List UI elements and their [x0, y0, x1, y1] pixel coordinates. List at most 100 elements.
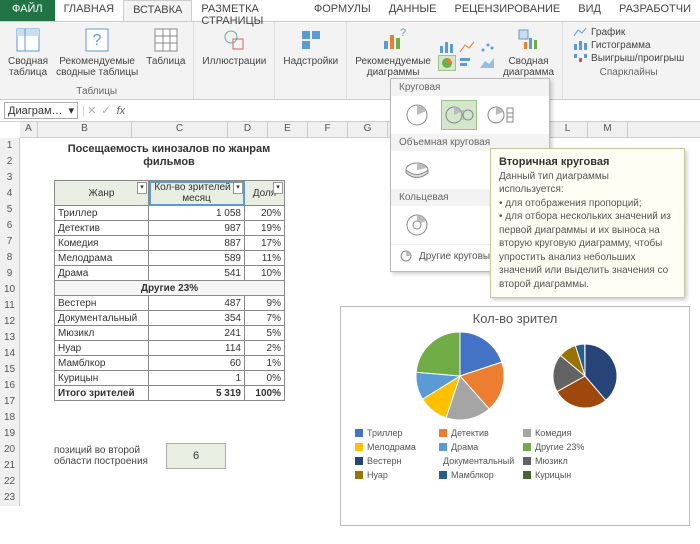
cell[interactable]: 114 [149, 341, 245, 356]
row-14[interactable]: 14 [0, 346, 19, 362]
chart-gallery-row1[interactable] [439, 40, 495, 54]
row-8[interactable]: 8 [0, 250, 19, 266]
tab-разметка страницы[interactable]: РАЗМЕТКА СТРАНИЦЫ [192, 0, 304, 21]
cancel-icon[interactable]: ✕ [85, 104, 99, 117]
addins-button[interactable]: Надстройки [279, 24, 342, 96]
data-table[interactable]: Жанр▾Кол-во зрителей в месяц▾Доля▾Трилле… [54, 180, 285, 401]
tab-главная[interactable]: ГЛАВНАЯ [55, 0, 123, 21]
row-17[interactable]: 17 [0, 394, 19, 410]
cell[interactable]: 1 [149, 371, 245, 386]
col-E[interactable]: E [268, 122, 308, 137]
pie-3d-option[interactable] [399, 155, 435, 185]
illustrations-button[interactable]: Иллюстрации [198, 24, 270, 96]
doughnut-option[interactable] [399, 210, 435, 240]
table-button[interactable]: Таблица [142, 24, 189, 85]
cell[interactable]: 5% [245, 326, 285, 341]
col-G[interactable]: G [348, 122, 388, 137]
row-20[interactable]: 20 [0, 442, 19, 458]
row-23[interactable]: 23 [0, 490, 19, 506]
sparkline-line[interactable]: График [573, 26, 684, 38]
cell[interactable]: Мамблкор [55, 356, 149, 371]
pivot-chart-button[interactable]: Сводная диаграмма [499, 24, 558, 85]
cell[interactable]: 0% [245, 371, 285, 386]
row-5[interactable]: 5 [0, 202, 19, 218]
cell[interactable]: 17% [245, 236, 285, 251]
cell[interactable]: Драма [55, 266, 149, 281]
row-9[interactable]: 9 [0, 266, 19, 282]
cell[interactable]: 19% [245, 221, 285, 236]
filter-arrow[interactable]: ▾ [137, 182, 147, 194]
col-header[interactable]: Кол-во зрителей в месяц▾ [149, 181, 245, 206]
cell[interactable]: 541 [149, 266, 245, 281]
chart-object[interactable]: Кол-во зрител ТриллерДетективКомедияМело… [340, 306, 690, 526]
recommended-charts-button[interactable]: ? Рекомендуемые диаграммы [351, 24, 435, 85]
cell[interactable]: 7% [245, 311, 285, 326]
col-F[interactable]: F [308, 122, 348, 137]
row-12[interactable]: 12 [0, 314, 19, 330]
file-tab[interactable]: ФАЙЛ [0, 0, 55, 21]
cell[interactable]: Мелодрама [55, 251, 149, 266]
cell[interactable]: 9% [245, 296, 285, 311]
tab-данные[interactable]: ДАННЫЕ [380, 0, 446, 21]
row-3[interactable]: 3 [0, 170, 19, 186]
tab-вставка[interactable]: ВСТАВКА [123, 0, 192, 21]
fx-button[interactable]: fx [113, 105, 129, 117]
row-15[interactable]: 15 [0, 362, 19, 378]
row-11[interactable]: 11 [0, 298, 19, 314]
cell[interactable]: 589 [149, 251, 245, 266]
cell[interactable]: 11% [245, 251, 285, 266]
row-6[interactable]: 6 [0, 218, 19, 234]
cell[interactable]: 2% [245, 341, 285, 356]
row-19[interactable]: 19 [0, 426, 19, 442]
pie-2d-option[interactable] [399, 100, 435, 130]
pivot-table-button[interactable]: Сводная таблица [4, 24, 52, 85]
name-box[interactable]: Диаграм…▾ [4, 102, 78, 119]
cell[interactable]: 20% [245, 206, 285, 221]
pie-of-pie-option[interactable] [441, 100, 477, 130]
chart-gallery-row2[interactable] [439, 56, 495, 70]
col-M[interactable]: M [588, 122, 628, 137]
tab-вид[interactable]: ВИД [569, 0, 610, 21]
cell[interactable]: Детектив [55, 221, 149, 236]
col-C[interactable]: C [132, 122, 228, 137]
tab-формулы[interactable]: ФОРМУЛЫ [305, 0, 380, 21]
sparkline-winloss[interactable]: Выигрыш/проигрыш [573, 52, 684, 64]
row-21[interactable]: 21 [0, 458, 19, 474]
cell[interactable]: Курицын [55, 371, 149, 386]
cell[interactable]: Нуар [55, 341, 149, 356]
filter-arrow[interactable]: ▾ [273, 182, 283, 194]
cell[interactable]: Документальный [55, 311, 149, 326]
row-headers[interactable]: 1234567891011121314151617181920212223 [0, 138, 20, 506]
filter-arrow[interactable]: ▾ [233, 182, 243, 194]
col-header[interactable]: Доля▾ [245, 181, 285, 206]
cell[interactable]: 354 [149, 311, 245, 326]
tab-разработчи[interactable]: РАЗРАБОТЧИ [610, 0, 700, 21]
row-13[interactable]: 13 [0, 330, 19, 346]
cell[interactable]: 987 [149, 221, 245, 236]
row-2[interactable]: 2 [0, 154, 19, 170]
col-L[interactable]: L [548, 122, 588, 137]
column-headers[interactable]: ABCDEFGHIJKLM [20, 122, 700, 138]
subgroup-row[interactable]: Другие 23% [55, 281, 285, 296]
aux-value[interactable]: 6 [166, 443, 226, 469]
row-7[interactable]: 7 [0, 234, 19, 250]
cell[interactable]: Вестерн [55, 296, 149, 311]
cell[interactable]: 487 [149, 296, 245, 311]
row-22[interactable]: 22 [0, 474, 19, 490]
bar-of-pie-option[interactable] [483, 100, 519, 130]
row-16[interactable]: 16 [0, 378, 19, 394]
enter-icon[interactable]: ✓ [99, 104, 113, 117]
cell[interactable]: 241 [149, 326, 245, 341]
row-10[interactable]: 10 [0, 282, 19, 298]
tab-рецензирование[interactable]: РЕЦЕНЗИРОВАНИЕ [445, 0, 569, 21]
col-B[interactable]: B [38, 122, 132, 137]
row-4[interactable]: 4 [0, 186, 19, 202]
row-18[interactable]: 18 [0, 410, 19, 426]
cell[interactable]: Триллер [55, 206, 149, 221]
cell[interactable]: 60 [149, 356, 245, 371]
col-D[interactable]: D [228, 122, 268, 137]
col-A[interactable]: A [20, 122, 38, 137]
cell[interactable]: 887 [149, 236, 245, 251]
cell[interactable]: 10% [245, 266, 285, 281]
cell[interactable]: Мюзикл [55, 326, 149, 341]
